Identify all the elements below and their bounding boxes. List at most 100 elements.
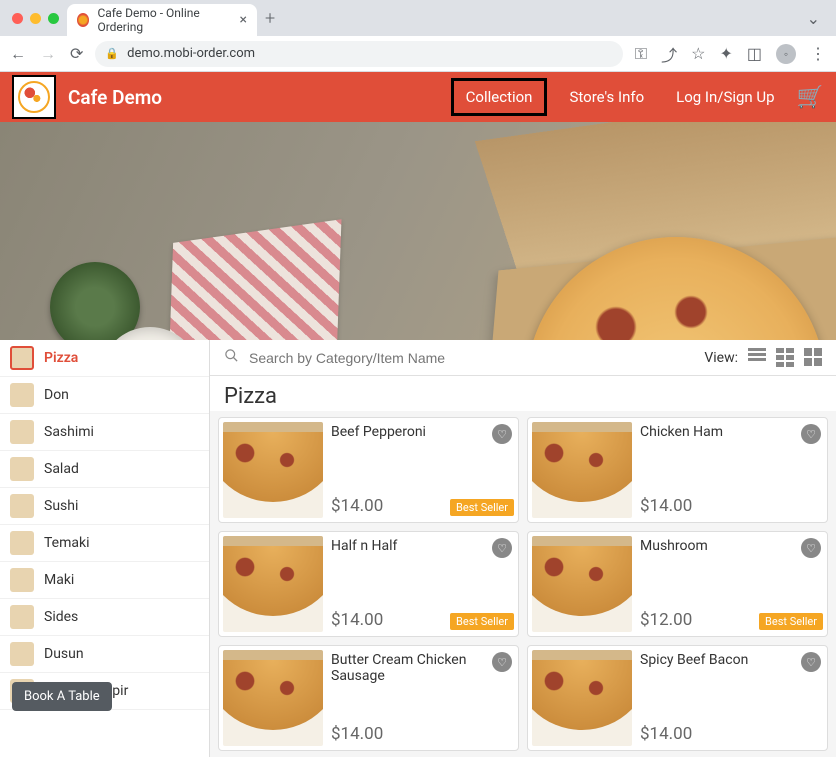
category-label: Sashimi [44,424,94,440]
product-name: Butter Cream Chicken Sausage [331,650,514,684]
product-price: $14.00 [640,724,823,746]
product-name: Mushroom [640,536,823,554]
favorite-icon[interactable]: ♡ [492,538,512,558]
sidebar-item-sushi[interactable]: Sushi [0,488,209,525]
new-tab-button[interactable]: + [265,8,275,29]
favorite-icon[interactable]: ♡ [801,538,821,558]
category-label: Salad [44,461,79,477]
small-grid-view-icon[interactable] [804,348,822,367]
category-thumb-icon [10,531,34,555]
product-name: Spicy Beef Bacon [640,650,823,668]
profile-avatar[interactable]: ◦ [776,44,796,64]
category-thumb-icon [10,420,34,444]
browser-tab-bar: Cafe Demo - Online Ordering × + ⌄ [0,0,836,36]
product-card[interactable]: Mushroom$12.00♡Best Seller [527,531,828,637]
search-bar-row: View: [210,340,836,376]
window-controls [12,13,59,24]
login-link[interactable]: Log In/Sign Up [666,82,784,112]
sidebar-item-sides[interactable]: Sides [0,599,209,636]
favorite-icon[interactable]: ♡ [801,424,821,444]
address-bar[interactable]: 🔒 demo.mobi-order.com [95,41,623,67]
product-image [223,536,323,632]
minimize-window-icon[interactable] [30,13,41,24]
browser-toolbar: ← → ⟳ 🔒 demo.mobi-order.com ⚿ ⤴ ☆ ✦ ◫ ◦ … [0,36,836,72]
category-thumb-icon [10,568,34,592]
product-image [532,422,632,518]
product-card[interactable]: Beef Pepperoni$14.00♡Best Seller [218,417,519,523]
stores-info-link[interactable]: Store's Info [559,82,654,112]
product-grid: Beef Pepperoni $14.00 ♡ Best Seller Chicken … [210,411,836,757]
panel-icon[interactable]: ◫ [747,44,762,63]
category-thumb-icon [10,383,34,407]
extensions-icon[interactable]: ✦ [719,44,732,63]
search-input[interactable] [249,350,694,366]
category-label: Maki [44,572,74,588]
key-icon[interactable]: ⚿ [635,44,647,64]
product-card[interactable]: Half n Half$14.00♡Best Seller [218,531,519,637]
forward-button[interactable]: → [40,44,56,64]
favorite-icon[interactable]: ♡ [801,652,821,672]
star-icon[interactable]: ☆ [691,44,705,63]
close-tab-icon[interactable]: × [240,12,247,28]
list-view-icon[interactable] [748,348,766,367]
cart-icon[interactable]: 🛒 [797,85,824,110]
product-name: Chicken Ham [640,422,823,440]
maximize-window-icon[interactable] [48,13,59,24]
category-label: Temaki [44,535,90,551]
sidebar-item-dusun[interactable]: Dusun [0,636,209,673]
product-image [223,422,323,518]
favicon-icon [77,13,89,27]
favorite-icon[interactable]: ♡ [492,652,512,672]
search-icon [224,348,239,367]
reload-button[interactable]: ⟳ [70,44,83,64]
close-window-icon[interactable] [12,13,23,24]
product-price: $14.00 [640,496,823,518]
site-logo[interactable] [12,75,56,119]
product-image [532,650,632,746]
favorite-icon[interactable]: ♡ [492,424,512,444]
kebab-menu-icon[interactable]: ⋮ [810,44,826,63]
hero-banner [0,122,836,340]
category-label: Sushi [44,498,78,514]
product-name: Beef Pepperoni [331,422,514,440]
book-table-button[interactable]: Book A Table [12,682,112,711]
category-label: Sides [44,609,78,625]
category-label: Dusun [44,646,84,662]
view-label: View: [704,350,738,366]
product-card[interactable]: Spicy Beef Bacon $14.00 ♡ [527,645,828,751]
chevron-down-icon[interactable]: ⌄ [807,9,820,28]
browser-tab[interactable]: Cafe Demo - Online Ordering × [67,4,257,36]
sidebar-item-sashimi[interactable]: Sashimi [0,414,209,451]
category-thumb-icon [10,642,34,666]
product-card[interactable]: Butter Cream Chicken Sausage $14.00 ♡ [218,645,519,751]
sidebar-item-salad[interactable]: Salad [0,451,209,488]
section-title: Pizza [210,376,836,411]
product-card[interactable]: Chicken Ham $14.00 ♡ [527,417,828,523]
category-thumb-icon [10,605,34,629]
product-image [223,650,323,746]
url-text: demo.mobi-order.com [127,46,255,61]
sidebar-item-don[interactable]: Don [0,377,209,414]
sidebar-item-pizza[interactable]: Pizza [0,340,209,377]
back-button[interactable]: ← [10,44,26,64]
category-thumb-icon [10,346,34,370]
site-title[interactable]: Cafe Demo [68,86,162,109]
best-seller-badge: Best Seller [450,613,514,630]
category-thumb-icon [10,457,34,481]
lock-icon: 🔒 [105,47,119,60]
large-grid-view-icon[interactable] [776,348,794,367]
tab-title: Cafe Demo - Online Ordering [97,6,231,34]
category-label: Don [44,387,69,403]
collection-link[interactable]: Collection [451,78,548,116]
share-icon[interactable]: ⤴ [661,42,677,66]
category-label: Pizza [44,350,78,366]
site-header: Cafe Demo Collection Store's Info Log In… [0,72,836,122]
best-seller-badge: Best Seller [450,499,514,516]
sidebar-item-temaki[interactable]: Temaki [0,525,209,562]
best-seller-badge: Best Seller [759,613,823,630]
product-name: Half n Half [331,536,514,554]
sidebar-item-maki[interactable]: Maki [0,562,209,599]
category-thumb-icon [10,494,34,518]
product-image [532,536,632,632]
product-price: $14.00 [331,724,514,746]
